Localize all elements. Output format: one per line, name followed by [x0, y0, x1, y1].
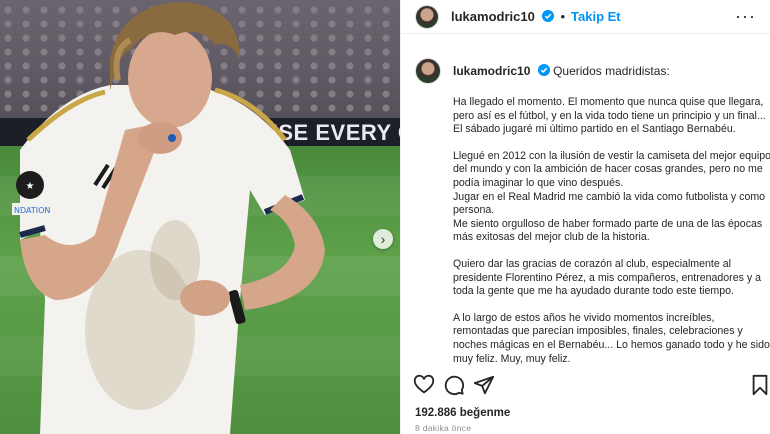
caption-line: podía imaginar lo que vino después.: [453, 176, 624, 189]
post-actions: [413, 374, 768, 398]
verified-badge-icon: [542, 10, 555, 22]
comment-icon[interactable]: [443, 374, 465, 396]
caption-paragraph: Quiero dar las gracias de corazón al clu…: [453, 258, 769, 299]
carousel-next-button[interactable]: ›: [373, 229, 393, 249]
caption-line: Me siento orgulloso de haber formado par…: [453, 217, 763, 230]
heart-icon[interactable]: [413, 374, 435, 396]
caption-line: remontadas que parecían imposibles, fina…: [453, 325, 743, 338]
player-figure: ★ NDATION: [12, 2, 325, 434]
post-header: lukamodric10 • Takip Et ···: [401, 0, 770, 34]
avatar[interactable]: [415, 4, 439, 29]
avatar[interactable]: [415, 58, 441, 84]
likes-count[interactable]: 192.886 beğenme: [415, 407, 510, 419]
caption-line: toda la gente que me ha ayudado durante …: [453, 285, 734, 298]
caption-line: Ha llegado el momento. El momento que nu…: [453, 96, 764, 108]
caption-first-line: lukamodric10 Queridos madridistas:: [453, 63, 670, 79]
more-options-icon[interactable]: ···: [735, 6, 756, 27]
caption-paragraph: Ha llegado el momento. El momento que nu…: [453, 96, 769, 137]
caption-line: noches mágicas en el Bernabéu... Lo hemo…: [453, 338, 770, 351]
caption-line: más exitosas del mejor club de la histor…: [453, 231, 650, 244]
caption-line: A lo largo de estos años he vivido momen…: [453, 311, 715, 324]
caption-line: pero así es el fútbol, y en la vida todo…: [453, 109, 766, 122]
post-timestamp[interactable]: 8 dakika önce: [415, 423, 471, 433]
svg-text:★: ★: [26, 181, 35, 192]
caption-body: Ha llegado el momento. El momento que nu…: [453, 96, 770, 366]
post-caption: lukamodric10 Queridos madridistas: Ha ll…: [415, 58, 770, 379]
caption-paragraph: A lo largo de estos años he vivido momen…: [453, 311, 770, 366]
svg-text:NDATION: NDATION: [14, 206, 50, 215]
caption-line: Jugar en el Real Madrid me cambió la vid…: [453, 190, 766, 203]
caption-line: Llegué en 2012 con la ilusión de vestir …: [453, 149, 770, 162]
caption-line: muy feliz. Muy, muy feliz.: [453, 352, 571, 365]
caption-line: Quiero dar las gracias de corazón al clu…: [453, 257, 731, 270]
caption-line: El sábado jugaré mi último partido en el…: [453, 123, 736, 136]
verified-badge-icon: [537, 63, 550, 76]
caption-username[interactable]: lukamodric10: [453, 64, 530, 78]
bookmark-icon[interactable]: [749, 374, 770, 396]
caption-line: persona.: [453, 204, 495, 217]
separator-dot: •: [560, 9, 566, 24]
caption-greeting: Queridos madridistas:: [553, 63, 670, 78]
post-photo[interactable]: USE EVERY CH ★ NDATION: [0, 0, 400, 434]
username-text[interactable]: lukamodric10: [451, 9, 535, 24]
caption-line: presidente Florentino Pérez, a mis compa…: [453, 271, 761, 284]
caption-line: del mundo y con la ambición de hacer cos…: [453, 163, 763, 176]
share-icon[interactable]: [473, 374, 495, 396]
caption-paragraph: Llegué en 2012 con la ilusión de vestir …: [453, 149, 770, 245]
header-username[interactable]: lukamodric10: [451, 9, 555, 24]
follow-button[interactable]: Takip Et: [571, 9, 621, 24]
post-panel: lukamodric10 • Takip Et ··· lukamodric10…: [400, 0, 770, 434]
